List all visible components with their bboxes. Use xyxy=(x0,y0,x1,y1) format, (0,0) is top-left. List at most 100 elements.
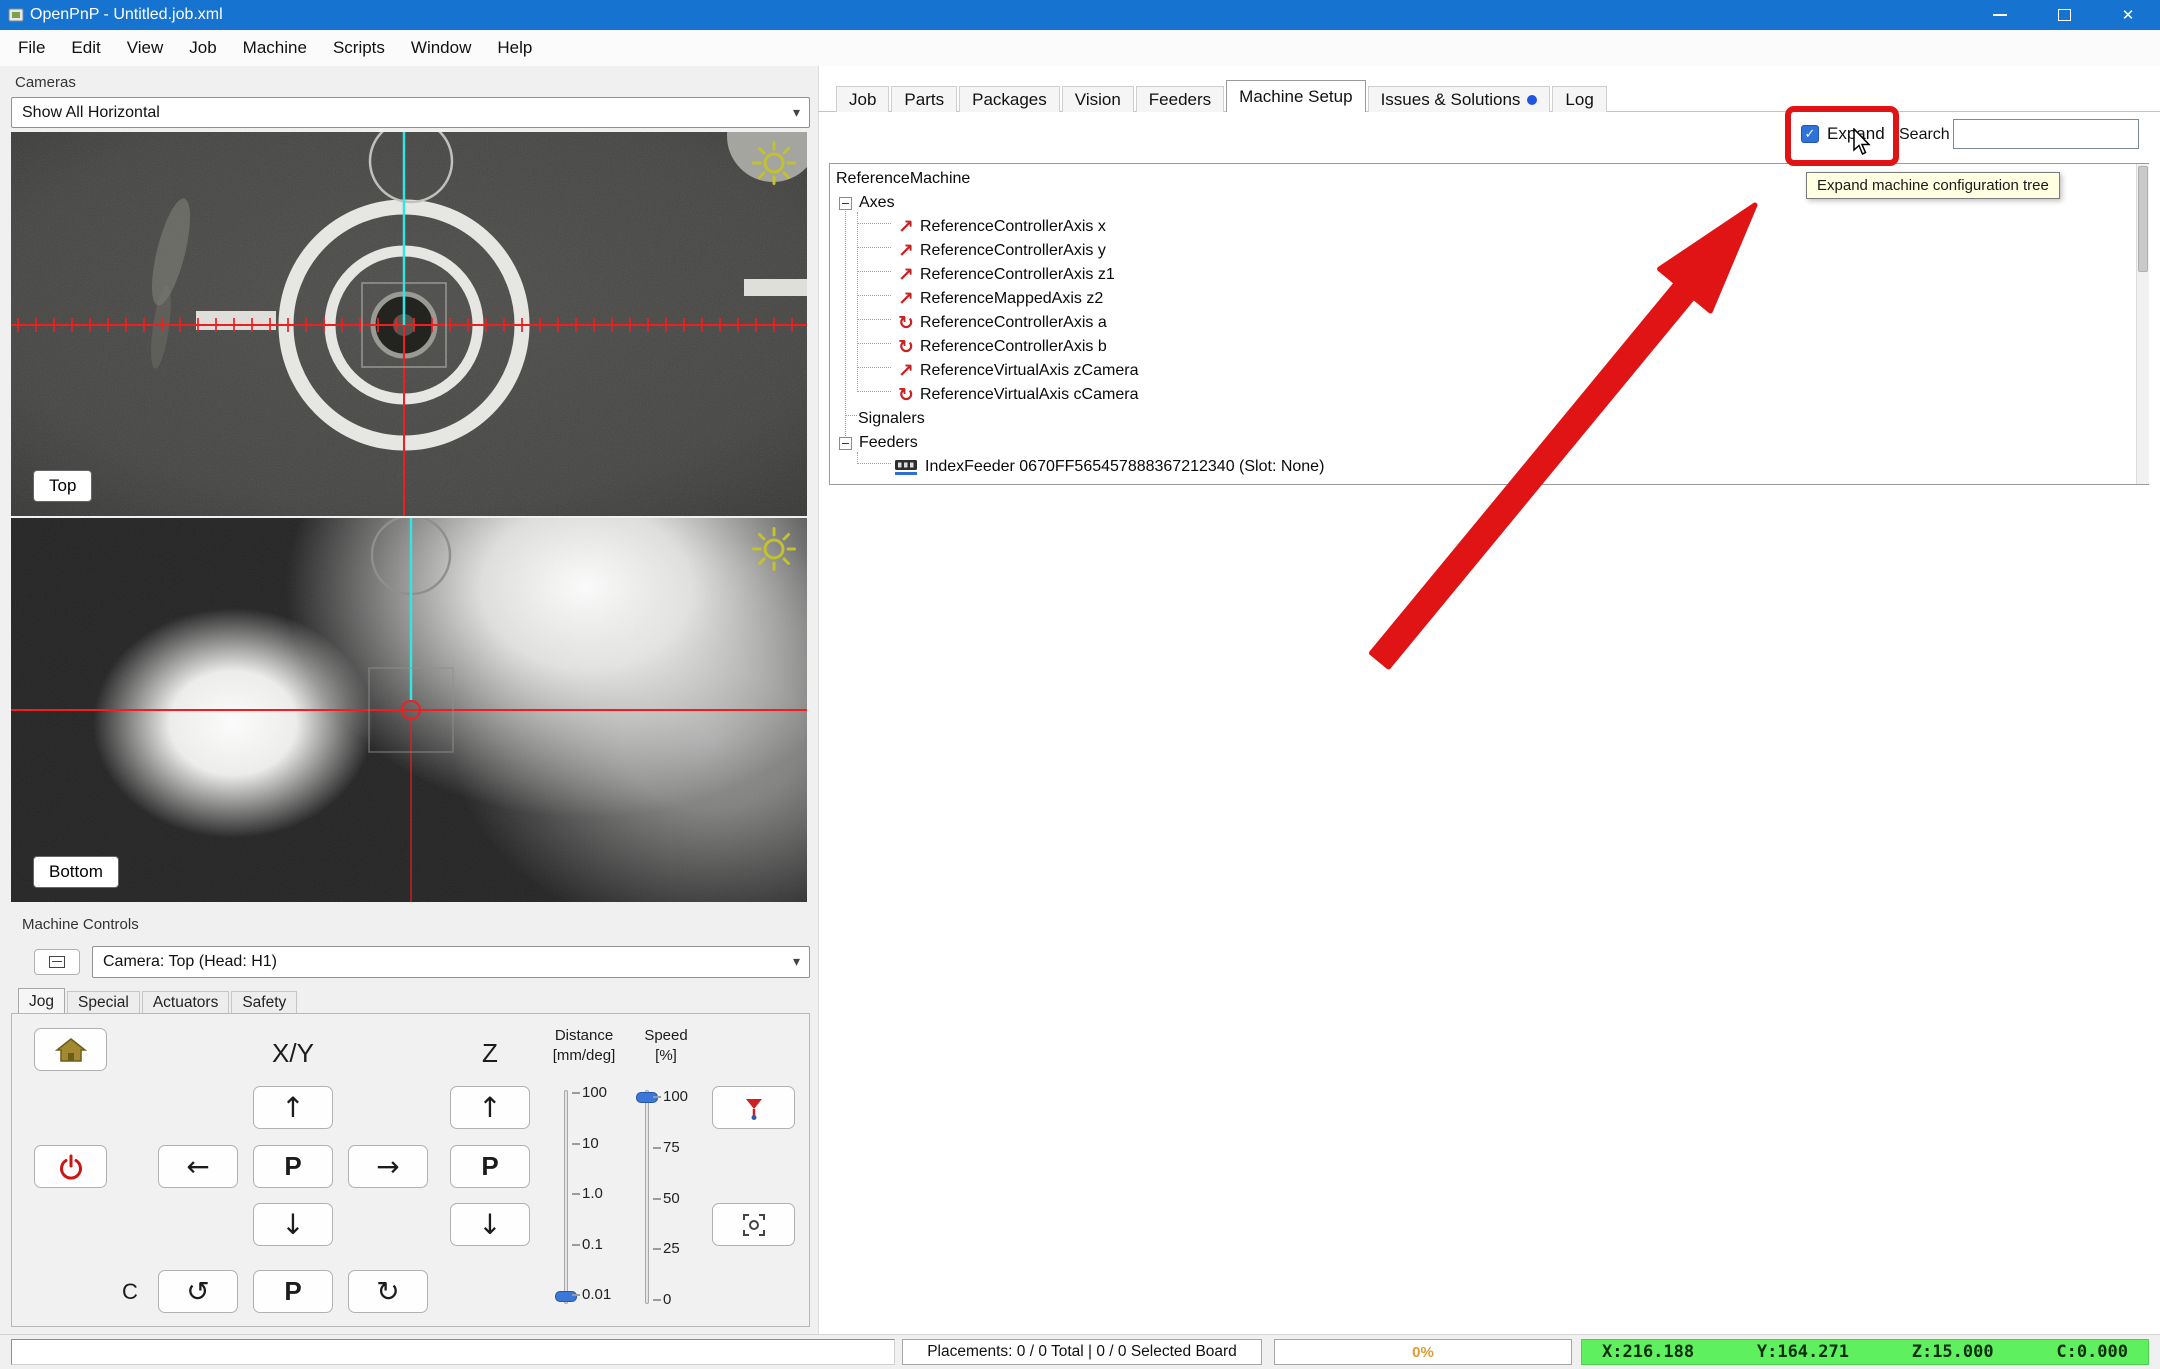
bottom-camera-image xyxy=(11,518,807,902)
window-title: OpenPnP - Untitled.job.xml xyxy=(30,6,223,24)
linear-axis-icon: ↗ xyxy=(892,287,920,311)
tab-job[interactable]: Job xyxy=(836,86,889,112)
c-position: C:0.000 xyxy=(2056,1342,2128,1362)
rotary-axis-icon: ↻ xyxy=(892,383,920,407)
jog-y-plus-button[interactable]: ↑ xyxy=(253,1086,333,1129)
c-axis-label: C xyxy=(110,1279,150,1305)
top-camera-image xyxy=(11,132,807,516)
linear-axis-icon: ↗ xyxy=(892,215,920,239)
position-c-button[interactable]: P xyxy=(253,1270,333,1313)
tree-node-axis-a[interactable]: ↻ReferenceControllerAxis a xyxy=(830,311,2148,335)
minimize-icon xyxy=(1993,14,2007,16)
search-input[interactable] xyxy=(1953,119,2139,149)
tab-feeders[interactable]: Feeders xyxy=(1136,86,1224,112)
jog-y-minus-button[interactable]: ↓ xyxy=(253,1203,333,1246)
camera-view-selector[interactable]: Show All Horizontal ▾ xyxy=(11,97,810,128)
position-readout: X:216.188 Y:164.271 Z:15.000 C:0.000 xyxy=(1581,1339,2149,1365)
tab-vision[interactable]: Vision xyxy=(1062,86,1134,112)
rotary-axis-icon: ↻ xyxy=(892,335,920,359)
tab-parts[interactable]: Parts xyxy=(891,86,957,112)
move-tool-icon xyxy=(742,1095,766,1121)
top-camera-label: Top xyxy=(33,470,92,502)
menu-window[interactable]: Window xyxy=(398,30,484,66)
power-icon xyxy=(58,1154,84,1180)
home-button[interactable] xyxy=(34,1028,107,1071)
menu-machine[interactable]: Machine xyxy=(230,30,320,66)
chevron-down-icon: ▾ xyxy=(793,105,800,121)
move-tool-to-location-button[interactable] xyxy=(712,1086,795,1129)
search-label: Search xyxy=(1899,126,1950,144)
rotate-ccw-icon: ↺ xyxy=(186,1275,209,1308)
tree-node-axis-b[interactable]: ↻ReferenceControllerAxis b xyxy=(830,335,2148,359)
chevron-down-icon: ▾ xyxy=(793,954,800,970)
collapse-controls-button[interactable] xyxy=(34,949,80,975)
menu-scripts[interactable]: Scripts xyxy=(320,30,398,66)
machine-config-tree[interactable]: ReferenceMachine Axes ↗ReferenceControll… xyxy=(829,163,2149,485)
feeder-icon xyxy=(894,459,918,476)
position-z-button[interactable]: P xyxy=(450,1145,530,1188)
jog-x-plus-button[interactable]: → xyxy=(348,1145,428,1188)
menu-view[interactable]: View xyxy=(114,30,177,66)
distance-slider-track[interactable] xyxy=(564,1090,568,1304)
distance-slider-handle[interactable] xyxy=(555,1291,577,1302)
distance-slider-header: Distance [mm/deg] xyxy=(536,1026,632,1065)
linear-axis-icon: ↗ xyxy=(892,239,920,263)
tree-node-axis-zcamera[interactable]: ↗ReferenceVirtualAxis zCamera xyxy=(830,359,2148,383)
cameras-section-label: Cameras xyxy=(15,74,76,91)
z-axis-label: Z xyxy=(440,1038,540,1069)
maximize-button[interactable] xyxy=(2032,0,2096,30)
minimize-button[interactable] xyxy=(1968,0,2032,30)
speed-slider-header: Speed [%] xyxy=(626,1026,706,1065)
tab-log[interactable]: Log xyxy=(1552,86,1606,112)
menu-file[interactable]: File xyxy=(5,30,58,66)
maximize-icon xyxy=(2058,9,2071,21)
speed-slider-track[interactable] xyxy=(645,1090,649,1304)
camera-light-icon[interactable] xyxy=(751,140,797,186)
close-button[interactable]: ✕ xyxy=(2096,0,2160,30)
tree-node-axis-ccamera[interactable]: ↻ReferenceVirtualAxis cCamera xyxy=(830,383,2148,407)
jog-z-minus-button[interactable]: ↓ xyxy=(450,1203,530,1246)
tab-jog[interactable]: Jog xyxy=(18,988,65,1013)
main-tabs: Job Parts Packages Vision Feeders Machin… xyxy=(836,80,1609,112)
jog-z-plus-button[interactable]: ↑ xyxy=(450,1086,530,1129)
tree-node-feeders[interactable]: Feeders xyxy=(830,431,2148,455)
rotary-axis-icon: ↻ xyxy=(892,311,920,335)
tab-safety[interactable]: Safety xyxy=(231,991,297,1013)
bottom-camera-view[interactable]: Bottom xyxy=(11,518,807,902)
power-button[interactable] xyxy=(34,1145,107,1188)
speed-slider[interactable]: 100 75 50 25 0 xyxy=(636,1088,706,1310)
menu-job[interactable]: Job xyxy=(176,30,229,66)
tree-node-axis-z1[interactable]: ↗ReferenceControllerAxis z1 xyxy=(830,263,2148,287)
collapse-icon xyxy=(49,956,65,968)
head-camera-selector[interactable]: Camera: Top (Head: H1) ▾ xyxy=(92,946,810,978)
top-camera-view[interactable]: Top xyxy=(11,132,807,516)
distance-slider[interactable]: 100 10 1.0 0.1 0.01 xyxy=(555,1088,625,1310)
machine-controls-section-label: Machine Controls xyxy=(22,916,139,933)
tree-node-axis-z2[interactable]: ↗ReferenceMappedAxis z2 xyxy=(830,287,2148,311)
camera-light-icon[interactable] xyxy=(751,526,797,572)
collapse-expander-icon[interactable] xyxy=(839,437,852,450)
rotate-cw-button[interactable]: ↻ xyxy=(348,1270,428,1313)
tab-actuators[interactable]: Actuators xyxy=(142,991,229,1013)
progress-bar: 0% xyxy=(1274,1339,1572,1365)
arrow-right-icon: → xyxy=(376,1150,399,1183)
jog-x-minus-button[interactable]: ← xyxy=(158,1145,238,1188)
tree-node-axis-y[interactable]: ↗ReferenceControllerAxis y xyxy=(830,239,2148,263)
bottom-camera-label: Bottom xyxy=(33,856,119,888)
notification-dot-icon xyxy=(1527,95,1537,105)
app-icon xyxy=(7,6,25,24)
tab-special[interactable]: Special xyxy=(67,991,140,1013)
tab-packages[interactable]: Packages xyxy=(959,86,1060,112)
tree-node-indexfeeder[interactable]: IndexFeeder 0670FF565457888367212340 (Sl… xyxy=(830,455,2148,479)
capture-camera-location-button[interactable] xyxy=(712,1203,795,1246)
tab-issues-solutions[interactable]: Issues & Solutions xyxy=(1368,86,1551,112)
menu-help[interactable]: Help xyxy=(484,30,545,66)
menu-edit[interactable]: Edit xyxy=(58,30,113,66)
tab-machine-setup[interactable]: Machine Setup xyxy=(1226,80,1365,112)
rotate-ccw-button[interactable]: ↺ xyxy=(158,1270,238,1313)
collapse-expander-icon[interactable] xyxy=(839,197,852,210)
tree-node-signalers[interactable]: Signalers xyxy=(830,407,2148,431)
position-xy-button[interactable]: P xyxy=(253,1145,333,1188)
mouse-cursor xyxy=(1853,128,1877,156)
tree-node-axis-x[interactable]: ↗ReferenceControllerAxis x xyxy=(830,215,2148,239)
